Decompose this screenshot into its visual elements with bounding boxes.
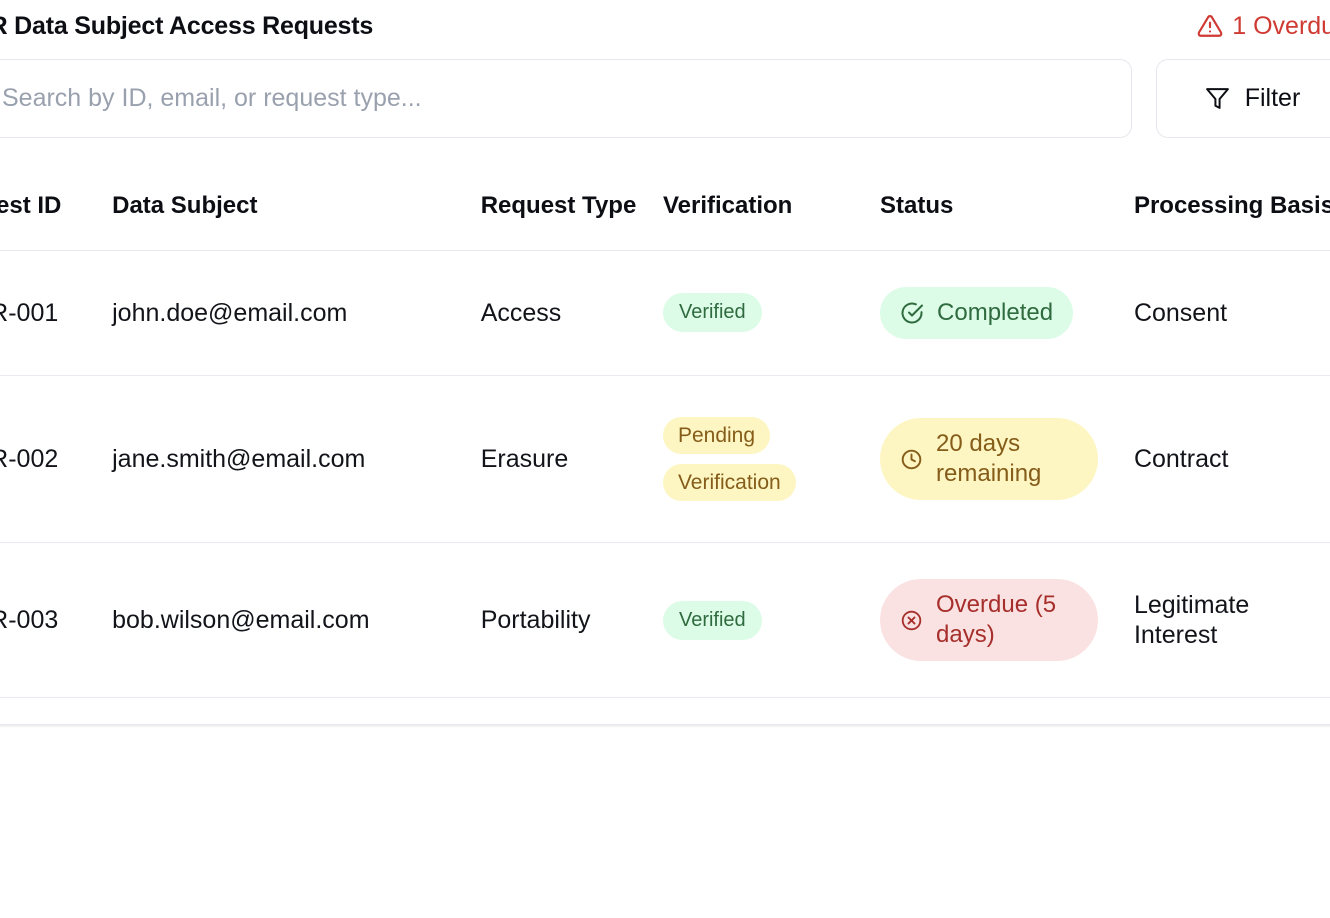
card-header: GDPR Data Subject Access Requests 1 Over… [0, 1, 1330, 41]
cell-request-id: GDPR-003 [0, 542, 113, 699]
status-badge: Completed [880, 286, 1074, 339]
search-box[interactable] [0, 59, 1132, 138]
table-row[interactable]: GDPR-003 bob.wilson@email.com Portabilit… [0, 542, 1330, 699]
verification-badge: Verified [662, 293, 762, 333]
status-badge-label: Overdue (5 days) [936, 591, 1057, 649]
gdpr-requests-card: GDPR Data Subject Access Requests 1 Over… [0, 0, 1330, 726]
verification-badge: Pending Verification [662, 416, 796, 502]
verification-badge: Verified [662, 600, 762, 640]
table-row[interactable]: GDPR-002 jane.smith@email.com Erasure Pe… [0, 375, 1330, 544]
cell-data-subject: bob.wilson@email.com [112, 542, 481, 699]
status-badge: 20 days remaining [880, 418, 1099, 501]
column-header-data-subject[interactable]: Data Subject [112, 192, 481, 251]
search-toolbar: Filter [0, 59, 1330, 138]
screenshot-viewport: GDPR Data Subject Access Requests 1 Over… [0, 0, 1330, 918]
cell-request-type: Portability [480, 542, 663, 699]
requests-table: Request ID Data Subject Request Type Ver… [0, 192, 1330, 699]
cell-status: 20 days remaining [880, 375, 1134, 544]
search-input[interactable] [0, 83, 1109, 114]
page-title: GDPR Data Subject Access Requests [0, 12, 374, 40]
column-header-request-id[interactable]: Request ID [0, 192, 113, 251]
cell-processing-basis: Legitimate Interest [1133, 542, 1330, 699]
cell-request-type: Erasure [480, 375, 663, 544]
cell-processing-basis: Contract [1133, 375, 1330, 544]
warning-triangle-icon [1197, 13, 1223, 39]
x-circle-icon [900, 609, 923, 632]
table-body: GDPR-001 john.doe@email.com Access Verif… [0, 250, 1330, 699]
column-header-status[interactable]: Status [880, 192, 1134, 251]
status-badge-label: 20 days remaining [936, 430, 1042, 488]
overdue-status-badge: 1 Overdue [1197, 12, 1330, 41]
cell-data-subject: jane.smith@email.com [112, 375, 481, 544]
filter-button-label: Filter [1244, 84, 1301, 112]
requests-table-wrap: Request ID Data Subject Request Type Ver… [0, 192, 1330, 699]
column-header-request-type[interactable]: Request Type [480, 192, 663, 251]
cell-request-type: Access [480, 250, 663, 376]
cell-verification: Verified [662, 542, 881, 699]
status-badge-label: Completed [937, 298, 1054, 326]
table-row[interactable]: GDPR-001 john.doe@email.com Access Verif… [0, 250, 1330, 376]
cell-status: Completed [880, 250, 1134, 376]
status-badge: Overdue (5 days) [880, 579, 1099, 662]
column-header-verification[interactable]: Verification [662, 192, 881, 251]
check-circle-icon [900, 301, 924, 325]
cell-verification: Verified [662, 250, 881, 376]
table-header-row: Request ID Data Subject Request Type Ver… [0, 192, 1330, 251]
table-head: Request ID Data Subject Request Type Ver… [0, 192, 1330, 251]
filter-button[interactable]: Filter [1156, 59, 1330, 138]
funnel-icon [1205, 86, 1230, 111]
cell-request-id: GDPR-001 [0, 250, 113, 376]
cell-request-id: GDPR-002 [0, 375, 113, 544]
overdue-count-label: 1 Overdue [1232, 11, 1330, 40]
verification-badge-label: Verified [678, 301, 746, 324]
column-header-processing-basis[interactable]: Processing Basis [1133, 192, 1330, 251]
verification-badge-label: Verified [678, 608, 746, 631]
cell-processing-basis: Consent [1133, 250, 1330, 376]
clock-icon [900, 448, 923, 471]
cell-verification: Pending Verification [662, 375, 881, 544]
verification-badge-label: Pending Verification [677, 423, 781, 495]
cell-status: Overdue (5 days) [880, 542, 1134, 699]
cell-data-subject: john.doe@email.com [112, 250, 481, 376]
